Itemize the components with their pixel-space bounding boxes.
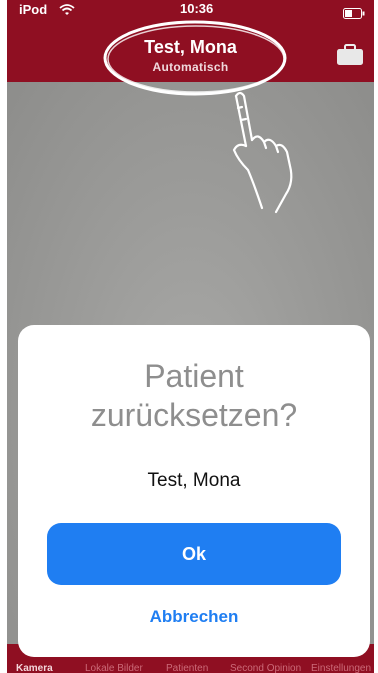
- briefcase-icon[interactable]: [336, 44, 364, 71]
- pointing-hand-icon: [232, 91, 293, 214]
- header-bar: iPod 10:36 Test, Mona Automatisch: [7, 0, 374, 82]
- dialog-title-line-1: Patient: [144, 358, 244, 394]
- status-time: 10:36: [180, 1, 214, 16]
- tab-einstellungen[interactable]: Einstellungen: [311, 663, 371, 673]
- battery-icon: [343, 6, 365, 24]
- ok-button[interactable]: Ok: [47, 523, 341, 585]
- tab-kamera[interactable]: Kamera: [16, 663, 53, 673]
- wifi-icon: [59, 3, 75, 21]
- patient-name[interactable]: Test, Mona: [7, 37, 374, 58]
- cancel-button[interactable]: Abbrechen: [18, 607, 370, 627]
- tab-patienten[interactable]: Patienten: [166, 663, 208, 673]
- status-carrier: iPod: [19, 2, 48, 17]
- dialog-title: Patient zurücksetzen?: [18, 357, 370, 435]
- reset-patient-dialog: Patient zurücksetzen? Test, Mona Ok Abbr…: [18, 325, 370, 657]
- tab-lokale-bilder[interactable]: Lokale Bilder: [85, 663, 143, 673]
- patient-mode[interactable]: Automatisch: [7, 60, 374, 74]
- app-screen: iPod 10:36 Test, Mona Automatisch Kamera…: [0, 0, 378, 673]
- dialog-message: Test, Mona: [147, 470, 241, 491]
- tab-second-opinion[interactable]: Second Opinion: [230, 663, 301, 673]
- dialog-title-line-2: zurücksetzen?: [90, 397, 298, 433]
